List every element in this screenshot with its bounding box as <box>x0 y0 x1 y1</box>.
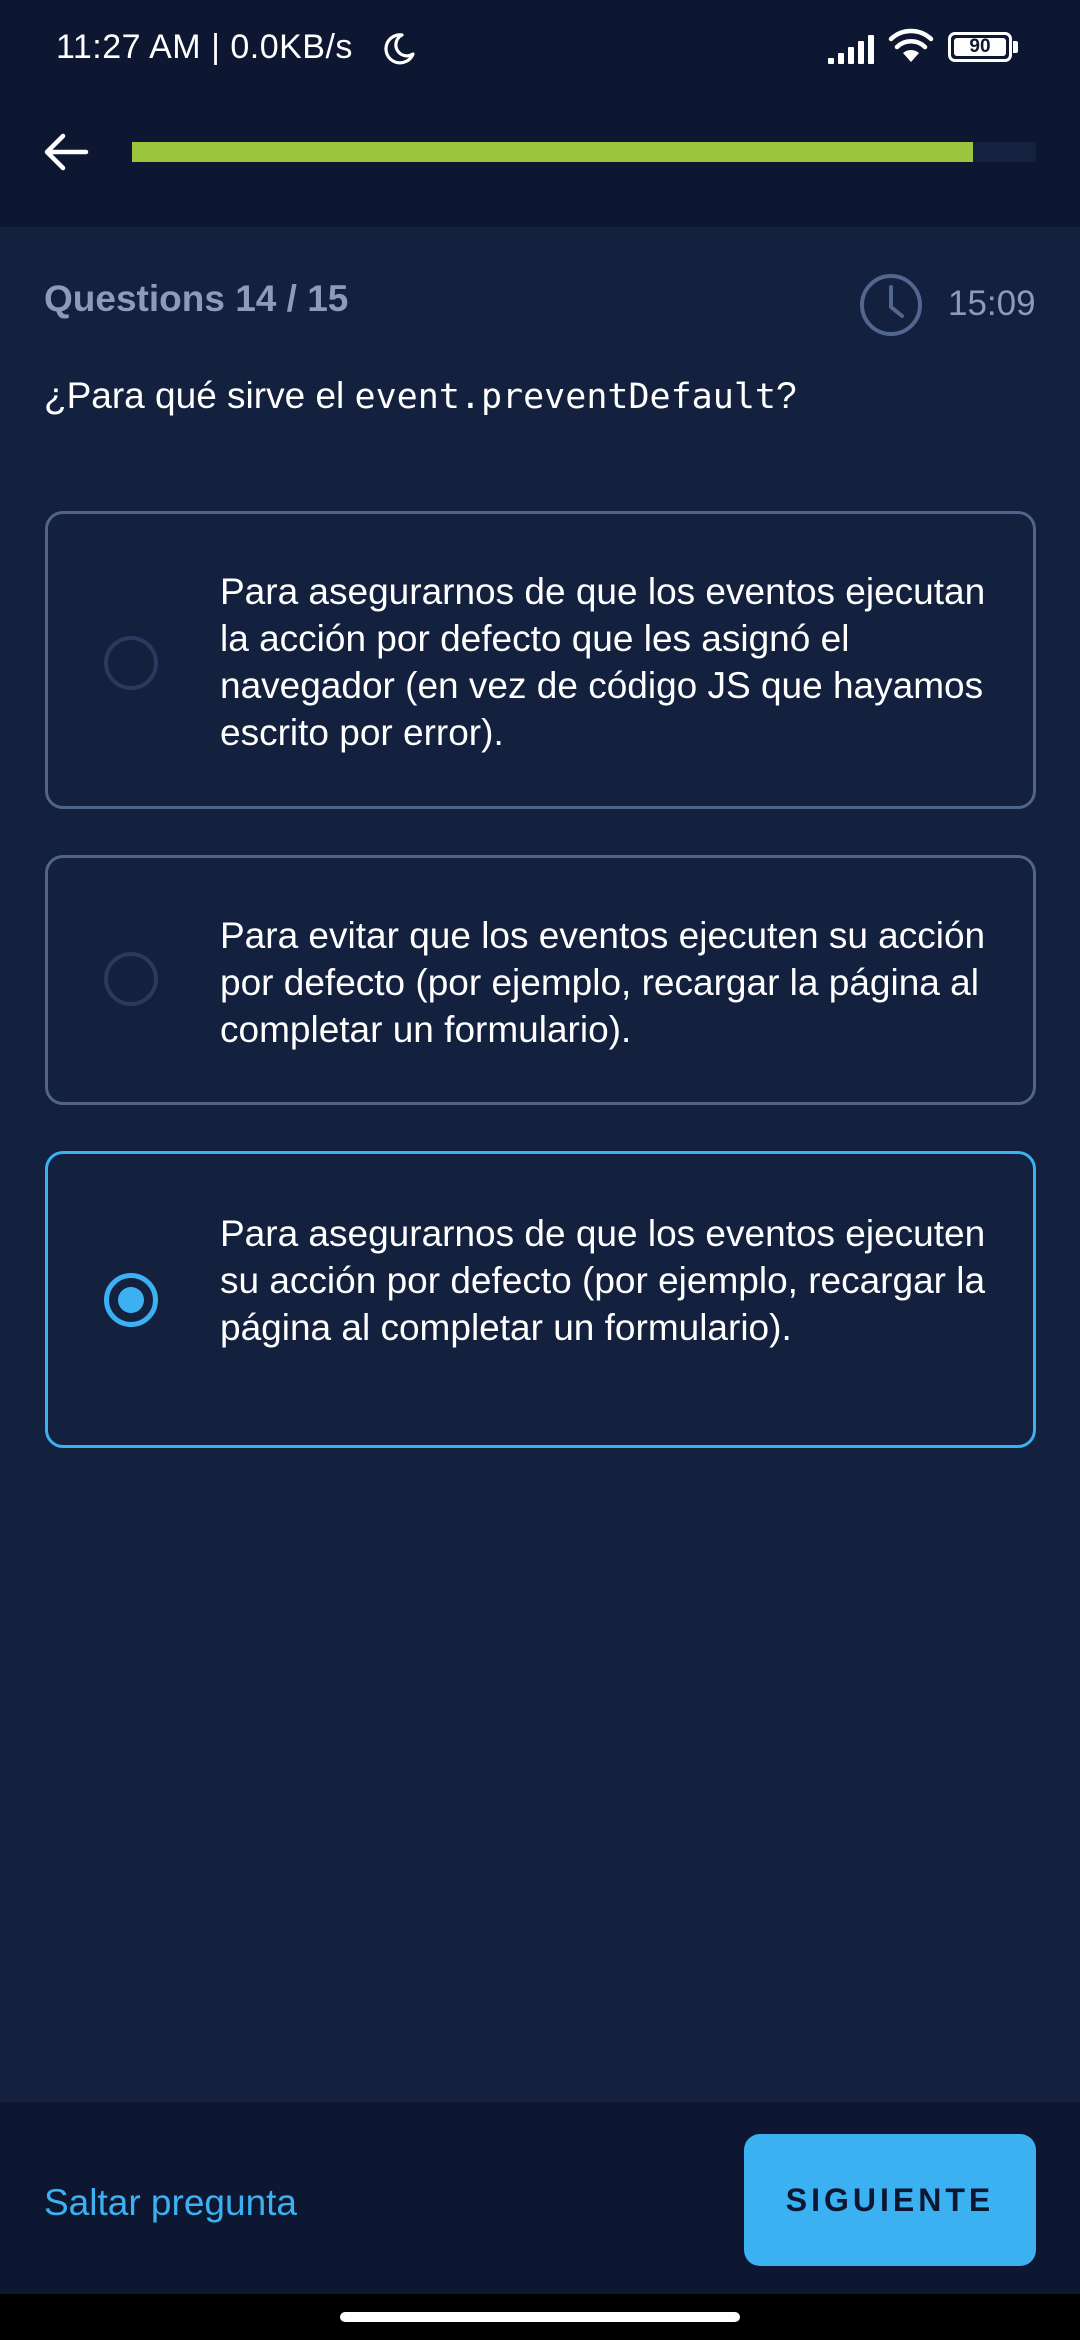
question-header: Questions 14 / 15 15:09 <box>44 272 1044 342</box>
battery-icon: 90 <box>948 32 1018 62</box>
timer: 15:09 <box>948 284 1036 323</box>
answer-option-text: Para evitar que los eventos ejecuten su … <box>220 915 986 1050</box>
answer-option-2[interactable]: Para evitar que los eventos ejecuten su … <box>45 855 1036 1105</box>
answer-option-text: Para asegurarnos de que los eventos ejec… <box>220 571 986 753</box>
quiz-progress-bar <box>132 142 1036 162</box>
question-counter: Questions 14 / 15 <box>44 278 349 319</box>
radio-button-icon[interactable] <box>104 952 158 1006</box>
wifi-icon <box>888 28 934 62</box>
system-nav-bar <box>0 2294 1080 2340</box>
radio-dot <box>118 1287 144 1313</box>
back-button[interactable] <box>36 122 96 182</box>
battery-level: 90 <box>969 36 991 57</box>
signal-icon <box>828 35 874 64</box>
clock-icon <box>860 274 922 336</box>
question-prefix: ¿Para qué sirve el <box>44 375 355 416</box>
footer: Saltar pregunta SIGUIENTE <box>0 2102 1080 2294</box>
answer-option-3[interactable]: Para asegurarnos de que los eventos ejec… <box>45 1151 1036 1448</box>
radio-button-icon[interactable] <box>104 636 158 690</box>
radio-button-selected-icon[interactable] <box>104 1273 158 1327</box>
next-button[interactable]: SIGUIENTE <box>744 2134 1036 2266</box>
question-code: event.preventDefault <box>354 377 776 417</box>
home-indicator[interactable] <box>340 2312 740 2322</box>
skip-question-link[interactable]: Saltar pregunta <box>44 2182 297 2224</box>
moon-icon <box>384 33 415 65</box>
question-suffix: ? <box>775 375 797 416</box>
status-time: 11:27 AM | 0.0KB/s <box>56 28 353 66</box>
answer-option-text: Para asegurarnos de que los eventos ejec… <box>220 1213 986 1348</box>
status-bar: 11:27 AM | 0.0KB/s 90 <box>0 0 1080 100</box>
top-bar <box>0 100 1080 227</box>
arrow-left-icon <box>44 133 89 171</box>
answer-option-1[interactable]: Para asegurarnos de que los eventos ejec… <box>45 511 1036 809</box>
quiz-progress-fill <box>132 142 973 162</box>
question-text: ¿Para qué sirve el event.preventDefault? <box>44 372 1044 421</box>
